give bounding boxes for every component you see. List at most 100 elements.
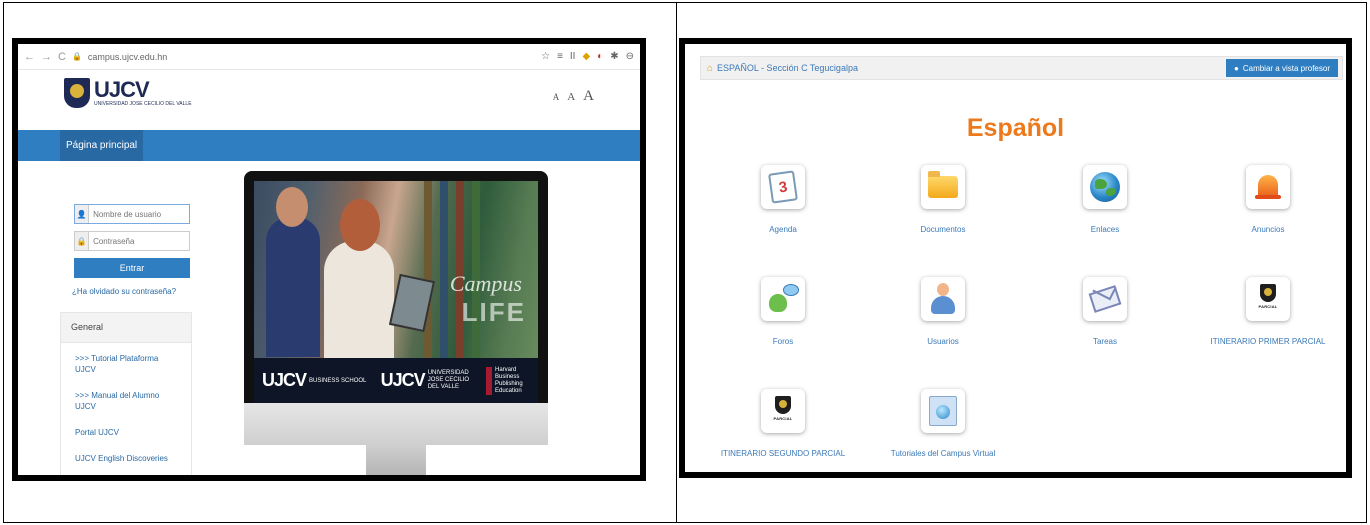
brand-word: UJCV (262, 370, 307, 390)
profile-icon[interactable]: ⊖ (626, 51, 634, 62)
tool-label[interactable]: Tareas (1025, 337, 1185, 346)
password-field[interactable]: 🔒 (74, 231, 190, 251)
globe-icon[interactable] (1083, 165, 1127, 209)
home-icon[interactable]: ⌂ (707, 63, 713, 74)
tool-label[interactable]: Agenda (703, 225, 863, 234)
course-title: Español (966, 114, 1065, 142)
ujcv-business-brand: UJCV BUSINESS SCHOOL (262, 370, 366, 391)
tool-documentos[interactable]: Documentos (863, 165, 1023, 234)
forgot-password-link[interactable]: ¿Ha olvidado su contraseña? (72, 287, 190, 296)
extensions-puzzle-icon[interactable]: ✱ (610, 51, 618, 62)
tool-label[interactable]: Enlaces (1025, 225, 1185, 234)
extension-icons: ☆ ≡ II ◆ ◐ ✱ ⊖ (541, 51, 634, 62)
teacher-view-label: Cambiar a vista profesor (1242, 63, 1330, 73)
padlock-icon: 🔒 (75, 232, 90, 250)
calendar-day: 3 (768, 170, 798, 204)
breadcrumb-course[interactable]: ESPAÑOL - Sección C Tegucigalpa (717, 63, 858, 73)
tool-tareas[interactable]: Tareas (1025, 277, 1185, 346)
bell-icon[interactable] (1246, 165, 1290, 209)
teacher-view-icon: ● (1234, 63, 1239, 73)
username-field[interactable]: 👤 (74, 204, 190, 224)
link-tutorial-plataforma[interactable]: >>> Tutorial Plataforma UJCV (75, 353, 181, 375)
tool-label[interactable]: Anuncios (1188, 225, 1346, 234)
back-icon[interactable]: ← (24, 51, 35, 63)
monitor-stand (366, 445, 426, 475)
bookmark-star-icon[interactable]: ☆ (541, 51, 550, 62)
students-photo: Campus LIFE UJCV BUSINESS SCHOOL UJCV UNIV… (254, 181, 538, 403)
tutorial-icon[interactable] (921, 389, 965, 433)
extension-icon-2[interactable]: II (570, 51, 576, 62)
extension-icon-4[interactable]: ◐ (597, 51, 603, 62)
login-button[interactable]: Entrar (74, 258, 190, 278)
font-large-button[interactable]: A (583, 88, 594, 105)
forum-icon[interactable] (761, 277, 805, 321)
logo-subtitle: UNIVERSIDAD JOSE CECILIO DEL VALLE (94, 101, 192, 107)
username-input[interactable] (89, 209, 189, 219)
student-female (324, 199, 394, 359)
tool-label[interactable]: Foros (703, 337, 863, 346)
logo-word: UJCV (94, 77, 150, 102)
general-block-title: General (61, 313, 191, 343)
harvard-logo: Harvard Business Publishing Education (485, 366, 530, 395)
emblem-text: PARCIAL (1258, 304, 1278, 309)
tool-itinerario-primer-parcial[interactable]: PARCIAL ITINERARIO PRIMER PARCIAL (1188, 277, 1346, 346)
envelope-icon[interactable] (1083, 277, 1127, 321)
tool-label[interactable]: ITINERARIO SEGUNDO PARCIAL (703, 449, 863, 458)
tool-label[interactable]: Usuarios (863, 337, 1023, 346)
tool-agenda[interactable]: 3 Agenda (703, 165, 863, 234)
apple-logo-icon (244, 403, 548, 445)
bookshelf (456, 181, 464, 358)
switch-teacher-view-button[interactable]: ● Cambiar a vista profesor (1226, 59, 1338, 77)
course-breadcrumb-bar: ⌂ ESPAÑOL - Sección C Tegucigalpa ● Camb… (700, 56, 1343, 80)
tool-itinerario-segundo-parcial[interactable]: PARCIAL ITINERARIO SEGUNDO PARCIAL (703, 389, 863, 458)
brand-sub: UNIVERSIDAD JOSE CECILIO DEL VALLE (427, 370, 470, 391)
general-links-block: General >>> Tutorial Plataforma UJCV >>>… (60, 312, 192, 475)
link-manual-alumno[interactable]: >>> Manual del Alumno UJCV (75, 390, 181, 412)
parcial-emblem-icon[interactable]: PARCIAL (1246, 277, 1290, 321)
emblem-text: PARCIAL (773, 416, 793, 421)
general-links-list: >>> Tutorial Plataforma UJCV >>> Manual … (61, 343, 191, 475)
tool-tutoriales-campus[interactable]: Tutoriales del Campus Virtual (863, 389, 1023, 458)
font-medium-button[interactable]: A (567, 91, 575, 103)
breadcrumb[interactable]: ⌂ ESPAÑOL - Sección C Tegucigalpa (707, 63, 858, 74)
font-size-controls: A A A (553, 88, 594, 105)
nav-home-link[interactable]: Página principal (60, 130, 144, 161)
forward-icon[interactable]: → (41, 51, 52, 63)
tool-label[interactable]: ITINERARIO PRIMER PARCIAL (1188, 337, 1346, 346)
calendar-icon[interactable]: 3 (761, 165, 805, 209)
brand-word: UJCV (380, 369, 426, 390)
tool-enlaces[interactable]: Enlaces (1025, 165, 1185, 234)
browser-toolbar: ← → C 🔒 campus.ujcv.edu.hn ☆ ≡ II ◆ ◐ ✱ … (18, 44, 640, 70)
reload-icon[interactable]: C (58, 51, 66, 63)
password-input[interactable] (89, 236, 189, 246)
tool-anuncios[interactable]: Anuncios (1188, 165, 1346, 234)
life-text: LIFE (461, 297, 526, 327)
link-portal-ujcv[interactable]: Portal UJCV (75, 427, 181, 438)
tool-label[interactable]: Tutoriales del Campus Virtual (863, 449, 1023, 458)
tool-usuarios[interactable]: Usuarios (863, 277, 1023, 346)
ujcv-shield-icon (64, 78, 90, 108)
tool-label[interactable]: Documentos (863, 225, 1023, 234)
user-icon: 👤 (75, 205, 90, 223)
folder-icon[interactable] (921, 165, 965, 209)
address-bar[interactable]: campus.ujcv.edu.hn (88, 52, 535, 62)
tool-foros[interactable]: Foros (703, 277, 863, 346)
student-male (266, 187, 320, 357)
link-english-discoveries[interactable]: UJCV English Discoveries (75, 453, 181, 464)
font-small-button[interactable]: A (553, 92, 560, 102)
bookshelf (424, 181, 432, 358)
document-table-divider (676, 2, 677, 523)
login-form: 👤 🔒 Entrar ¿Ha olvidado su contraseña? (60, 204, 190, 296)
user-icon[interactable] (921, 277, 965, 321)
parcial-emblem-icon[interactable]: PARCIAL (761, 389, 805, 433)
extension-icon-3[interactable]: ◆ (582, 51, 590, 62)
ujcv-logo[interactable]: UJCV UNIVERSIDAD JOSE CECILIO DEL VALLE (64, 78, 192, 108)
brand-strip: UJCV BUSINESS SCHOOL UJCV UNIVERSIDAD JOSE… (254, 358, 538, 403)
bookshelf (440, 181, 448, 358)
login-page-screenshot: ← → C 🔒 campus.ujcv.edu.hn ☆ ≡ II ◆ ◐ ✱ … (12, 38, 646, 481)
main-navbar: Página principal (18, 130, 640, 161)
monitor-screen: Campus LIFE UJCV BUSINESS SCHOOL UJCV UNIV… (244, 171, 548, 403)
bookshelf (472, 181, 480, 358)
extension-icon-1[interactable]: ≡ (557, 51, 563, 62)
site-header: UJCV UNIVERSIDAD JOSE CECILIO DEL VALLE … (18, 70, 640, 130)
